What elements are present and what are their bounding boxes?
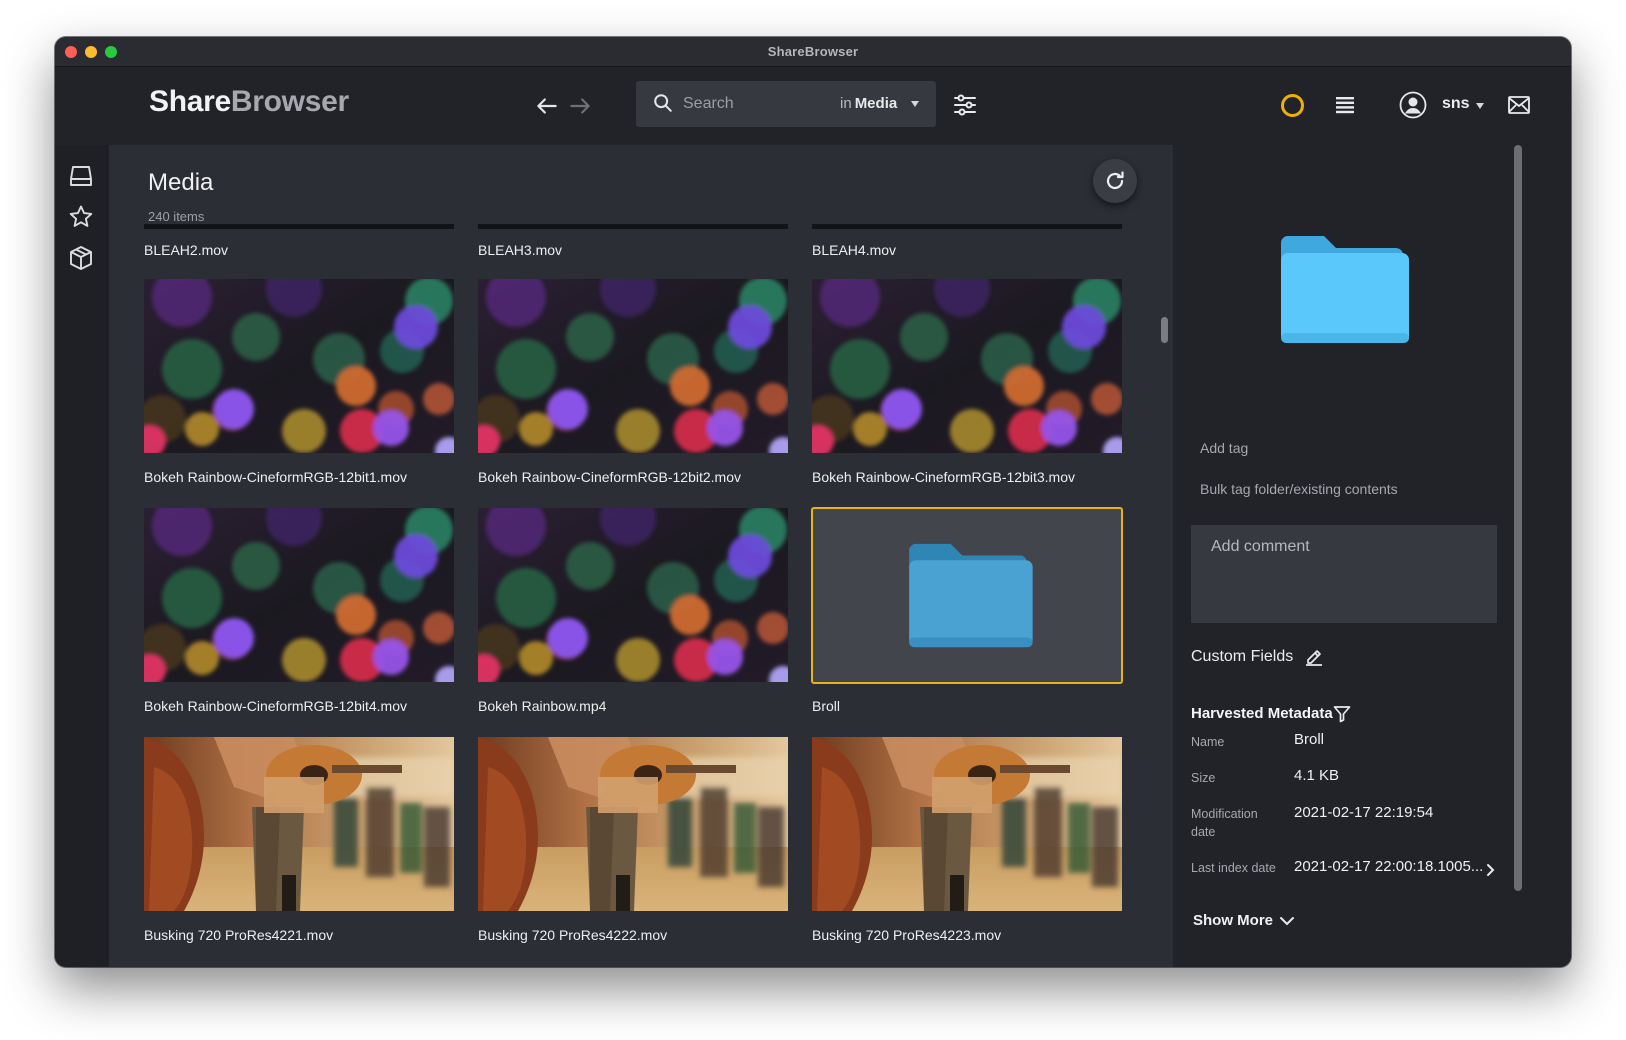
queue-list-icon[interactable] xyxy=(1335,95,1355,115)
thumbnail-edge xyxy=(478,224,788,229)
star-icon[interactable] xyxy=(68,204,94,230)
detail-panel: Add tag Bulk tag folder/existing content… xyxy=(1173,145,1513,967)
pencil-icon[interactable] xyxy=(1304,646,1324,666)
video-thumbnail[interactable] xyxy=(478,508,788,682)
video-thumbnail[interactable] xyxy=(812,279,1122,453)
search-input[interactable]: Search xyxy=(683,95,734,113)
media-card[interactable]: Bokeh Rainbow.mp4 xyxy=(478,508,788,718)
file-name[interactable]: Bokeh Rainbow-CineformRGB-12bit1.mov xyxy=(144,469,407,485)
metadata-key: Size xyxy=(1191,771,1216,785)
custom-fields-label: Custom Fields xyxy=(1191,648,1294,665)
file-name[interactable]: BLEAH4.mov xyxy=(812,242,896,258)
video-thumbnail[interactable] xyxy=(812,737,1122,911)
media-browser: Media 240 items BLEAH2.mov BLEAH3.mov BL… xyxy=(109,145,1173,967)
bulk-tag-link[interactable]: Bulk tag folder/existing contents xyxy=(1200,481,1398,497)
item-count: 240 items xyxy=(148,209,205,224)
chevron-right-icon[interactable] xyxy=(1485,863,1495,877)
title-bar: ShareBrowser xyxy=(55,37,1571,67)
file-name[interactable]: Bokeh Rainbow.mp4 xyxy=(478,698,606,714)
metadata-value: 4.1 KB xyxy=(1294,767,1340,784)
search-scope-value: Media xyxy=(854,95,898,112)
zoom-window-button[interactable] xyxy=(105,46,117,58)
package-icon[interactable] xyxy=(68,245,94,271)
media-card[interactable]: Busking 720 ProRes4223.mov xyxy=(812,737,1122,947)
metadata-key: Modification date xyxy=(1191,807,1258,839)
window-controls xyxy=(65,46,117,58)
media-card[interactable]: Busking 720 ProRes4222.mov xyxy=(478,737,788,947)
media-card[interactable]: Bokeh Rainbow-CineformRGB-12bit3.mov xyxy=(812,279,1122,489)
file-name[interactable]: Broll xyxy=(812,698,840,714)
folder-card[interactable]: Broll xyxy=(811,507,1123,718)
window-scrollbar-thumb[interactable] xyxy=(1514,145,1522,891)
thumbnail-edge xyxy=(144,224,454,229)
mail-icon[interactable] xyxy=(1507,94,1531,116)
search-scope-select[interactable]: in Media xyxy=(840,95,897,112)
metadata-value: 2021-02-17 22:19:54 xyxy=(1294,804,1434,821)
search-scope-prefix: in xyxy=(840,95,852,112)
file-name[interactable]: Busking 720 ProRes4223.mov xyxy=(812,927,1001,943)
video-thumbnail[interactable] xyxy=(144,737,454,911)
window-scrollbar xyxy=(1513,145,1571,967)
thumbnail-edge xyxy=(812,224,1122,229)
chevron-down-icon xyxy=(911,101,919,107)
metadata-value: 2021-02-17 22:00:18.1005... xyxy=(1294,858,1484,875)
video-thumbnail[interactable] xyxy=(478,737,788,911)
video-thumbnail[interactable] xyxy=(144,279,454,453)
funnel-filter-icon[interactable] xyxy=(1333,705,1351,723)
logo-secondary: Browser xyxy=(230,85,349,118)
filter-settings-icon[interactable] xyxy=(953,94,977,116)
user-name[interactable]: sns xyxy=(1442,95,1470,113)
back-arrow-icon[interactable] xyxy=(534,93,560,119)
page-title: Media xyxy=(148,169,214,196)
file-name[interactable]: Bokeh Rainbow-CineformRGB-12bit3.mov xyxy=(812,469,1075,485)
minimize-window-button[interactable] xyxy=(85,46,97,58)
left-sidebar xyxy=(55,145,109,967)
file-name[interactable]: Bokeh Rainbow-CineformRGB-12bit4.mov xyxy=(144,698,407,714)
app-header: ShareBrowser Search in Media sns xyxy=(55,67,1571,145)
media-card[interactable]: Busking 720 ProRes4221.mov xyxy=(144,737,454,947)
file-name[interactable]: Busking 720 ProRes4222.mov xyxy=(478,927,667,943)
folder-icon xyxy=(1281,236,1409,343)
close-window-button[interactable] xyxy=(65,46,77,58)
search-box[interactable]: Search in Media xyxy=(636,81,936,127)
user-avatar-icon[interactable] xyxy=(1399,91,1427,119)
user-chevron-down-icon[interactable] xyxy=(1476,103,1484,109)
video-thumbnail[interactable] xyxy=(144,508,454,682)
app-logo[interactable]: ShareBrowser xyxy=(149,85,349,119)
add-tag-link[interactable]: Add tag xyxy=(1200,440,1248,456)
harvested-metadata-label: Harvested Metadata xyxy=(1191,705,1333,722)
forward-arrow-icon[interactable] xyxy=(567,93,593,119)
file-name[interactable]: Busking 720 ProRes4221.mov xyxy=(144,927,333,943)
window-title: ShareBrowser xyxy=(767,44,859,59)
comment-field[interactable]: Add comment xyxy=(1191,525,1497,623)
metadata-key: Name xyxy=(1191,735,1225,749)
metadata-value: Broll xyxy=(1294,731,1325,748)
refresh-button[interactable] xyxy=(1093,159,1137,203)
logo-primary: Share xyxy=(149,85,231,118)
chevron-down-icon[interactable] xyxy=(1279,915,1295,927)
media-card[interactable]: Bokeh Rainbow-CineformRGB-12bit1.mov xyxy=(144,279,454,489)
video-thumbnail[interactable] xyxy=(478,279,788,453)
file-name[interactable]: BLEAH2.mov xyxy=(144,242,228,258)
status-ring-icon[interactable] xyxy=(1281,94,1304,117)
folder-icon xyxy=(909,543,1033,648)
search-icon xyxy=(654,94,672,112)
metadata-key: Last index date xyxy=(1191,861,1276,875)
file-name[interactable]: BLEAH3.mov xyxy=(478,242,562,258)
grid-scrollbar-thumb[interactable] xyxy=(1161,317,1168,343)
media-card[interactable]: Bokeh Rainbow-CineformRGB-12bit4.mov xyxy=(144,508,454,718)
folder-thumbnail[interactable] xyxy=(811,507,1123,684)
show-more-button[interactable]: Show More xyxy=(1193,912,1273,929)
drive-icon[interactable] xyxy=(68,163,94,189)
media-card[interactable]: Bokeh Rainbow-CineformRGB-12bit2.mov xyxy=(478,279,788,489)
app-window: ShareBrowser ShareBrowser Search in Media… xyxy=(55,37,1571,967)
refresh-icon xyxy=(1106,171,1124,190)
comment-placeholder: Add comment xyxy=(1211,538,1310,555)
file-name[interactable]: Bokeh Rainbow-CineformRGB-12bit2.mov xyxy=(478,469,741,485)
